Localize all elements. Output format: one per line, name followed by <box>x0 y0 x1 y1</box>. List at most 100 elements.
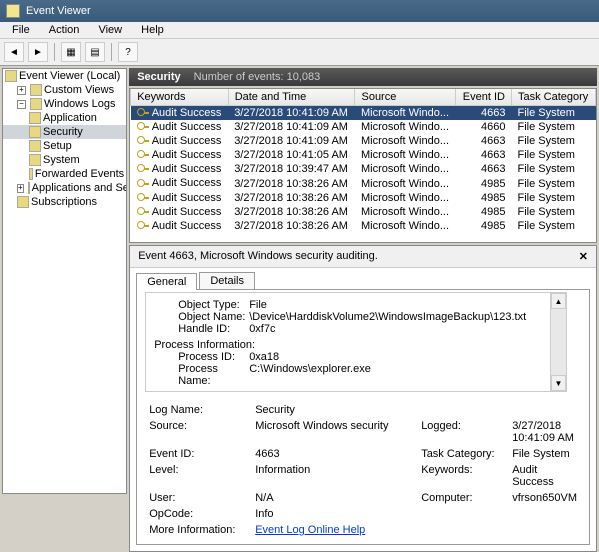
table-row[interactable]: Audit Success3/27/2018 10:41:09 AMMicros… <box>131 120 596 134</box>
level-value: Information <box>255 464 415 488</box>
menu-file[interactable]: File <box>4 22 38 38</box>
preview-title: Event 4663, Microsoft Windows security a… <box>138 250 378 263</box>
app-icon <box>6 4 20 18</box>
event-metadata: Log Name: Security Source: Microsoft Win… <box>139 398 587 542</box>
toolbar-separator <box>111 43 112 61</box>
window-title: Event Viewer <box>26 5 91 17</box>
tab-details[interactable]: Details <box>199 272 255 289</box>
log-icon <box>29 112 41 124</box>
key-icon <box>137 107 149 119</box>
tree-log-system[interactable]: System <box>3 153 126 167</box>
tree-label: Subscriptions <box>31 196 97 208</box>
folder-icon <box>30 98 42 110</box>
table-row[interactable]: Audit Success3/27/2018 10:41:05 AMMicros… <box>131 148 596 162</box>
menu-help[interactable]: Help <box>133 22 172 38</box>
key-icon <box>137 149 149 161</box>
forward-button[interactable]: ► <box>28 42 48 62</box>
table-row[interactable]: Audit Success3/27/2018 10:38:26 AMMicros… <box>131 191 596 205</box>
table-row[interactable]: Audit Success3/27/2018 10:39:47 AMMicros… <box>131 162 596 176</box>
navigation-tree[interactable]: Event Viewer (Local) + Custom Views − Wi… <box>2 68 127 494</box>
log-icon <box>29 126 41 138</box>
scrollbar[interactable]: ▲ ▼ <box>550 293 566 391</box>
logged-value: 3/27/2018 10:41:09 AM <box>512 420 577 444</box>
expand-icon[interactable]: + <box>17 184 24 193</box>
log-icon <box>29 168 33 180</box>
task-category-value: File System <box>512 448 577 460</box>
handle-id-label: Handle ID: <box>154 323 249 335</box>
table-row[interactable]: Audit Success3/27/2018 10:41:09 AMMicros… <box>131 134 596 148</box>
back-button[interactable]: ◄ <box>4 42 24 62</box>
user-value: N/A <box>255 492 415 504</box>
key-icon <box>137 163 149 175</box>
menu-action[interactable]: Action <box>41 22 88 38</box>
viewer-icon <box>5 70 17 82</box>
folder-icon <box>28 182 30 194</box>
tree-subscriptions[interactable]: Subscriptions <box>3 195 126 209</box>
opcode-value: Info <box>255 508 577 520</box>
object-type-label: Object Type: <box>154 299 249 311</box>
tree-label: Setup <box>43 140 72 152</box>
tree-label: System <box>43 154 80 166</box>
col-source[interactable]: Source <box>355 89 456 106</box>
event-preview: Event 4663, Microsoft Windows security a… <box>129 245 597 552</box>
keywords-label: Keywords: <box>421 464 506 488</box>
more-info-label: More Information: <box>149 524 249 536</box>
computer-value: vfrson650VM <box>512 492 577 504</box>
key-icon <box>137 220 149 232</box>
key-icon <box>137 121 149 133</box>
tree-log-setup[interactable]: Setup <box>3 139 126 153</box>
log-icon <box>29 154 41 166</box>
tree-log-application[interactable]: Application <box>3 111 126 125</box>
col-task[interactable]: Task Category <box>511 89 595 106</box>
key-icon <box>137 135 149 147</box>
menu-view[interactable]: View <box>90 22 130 38</box>
title-bar: Event Viewer <box>0 0 599 22</box>
table-row[interactable]: Audit Success3/27/2018 10:38:26 AMMicros… <box>131 205 596 219</box>
key-icon <box>137 178 149 190</box>
tree-label: Security <box>43 126 83 138</box>
help-button[interactable]: ? <box>118 42 138 62</box>
tab-general[interactable]: General <box>136 273 197 290</box>
task-category-label: Task Category: <box>421 448 506 460</box>
folder-icon <box>17 196 29 208</box>
table-row[interactable]: Audit Success3/27/2018 10:38:26 AMMicros… <box>131 176 596 190</box>
col-eventid[interactable]: Event ID <box>456 89 512 106</box>
source-value: Microsoft Windows security <box>255 420 415 444</box>
process-id-label: Process ID: <box>154 351 249 363</box>
tree-windows-logs[interactable]: − Windows Logs <box>3 97 126 111</box>
tree-app-services[interactable]: + Applications and Services Logs <box>3 181 126 195</box>
keywords-value: Audit Success <box>512 464 577 488</box>
col-keywords[interactable]: Keywords <box>131 89 229 106</box>
opcode-label: OpCode: <box>149 508 249 520</box>
tree-label: Windows Logs <box>44 98 116 110</box>
tree-custom-views[interactable]: + Custom Views <box>3 83 126 97</box>
key-icon <box>137 206 149 218</box>
close-icon[interactable]: ✕ <box>579 250 588 263</box>
properties-button[interactable]: ▤ <box>85 42 105 62</box>
scroll-down-icon[interactable]: ▼ <box>551 375 566 391</box>
table-row[interactable]: Audit Success3/27/2018 10:41:09 AMMicros… <box>131 106 596 121</box>
tree-label: Application <box>43 112 97 124</box>
tree-log-forwarded events[interactable]: Forwarded Events <box>3 167 126 181</box>
tree-log-security[interactable]: Security <box>3 125 126 139</box>
event-grid[interactable]: Keywords Date and Time Source Event ID T… <box>129 88 597 243</box>
scroll-up-icon[interactable]: ▲ <box>551 293 566 309</box>
process-name-label: Process Name: <box>154 363 249 387</box>
show-tree-button[interactable]: ▦ <box>61 42 81 62</box>
source-label: Source: <box>149 420 249 444</box>
user-label: User: <box>149 492 249 504</box>
table-row[interactable]: Audit Success3/27/2018 10:38:26 AMMicros… <box>131 219 596 233</box>
col-date[interactable]: Date and Time <box>228 89 355 106</box>
event-count: Number of events: 10,083 <box>194 71 321 83</box>
pane-header: Security Number of events: 10,083 <box>129 68 597 86</box>
expand-icon[interactable]: + <box>17 86 26 95</box>
collapse-icon[interactable]: − <box>17 100 26 109</box>
log-icon <box>29 140 41 152</box>
menu-bar: File Action View Help <box>0 22 599 39</box>
object-name-value: \Device\HarddiskVolume2\WindowsImageBack… <box>249 311 526 323</box>
tree-root[interactable]: Event Viewer (Local) <box>3 69 126 83</box>
toolbar-separator <box>54 43 55 61</box>
more-info-link[interactable]: Event Log Online Help <box>255 524 577 536</box>
pane-title: Security <box>137 71 180 83</box>
tree-label: Forwarded Events <box>35 168 124 180</box>
